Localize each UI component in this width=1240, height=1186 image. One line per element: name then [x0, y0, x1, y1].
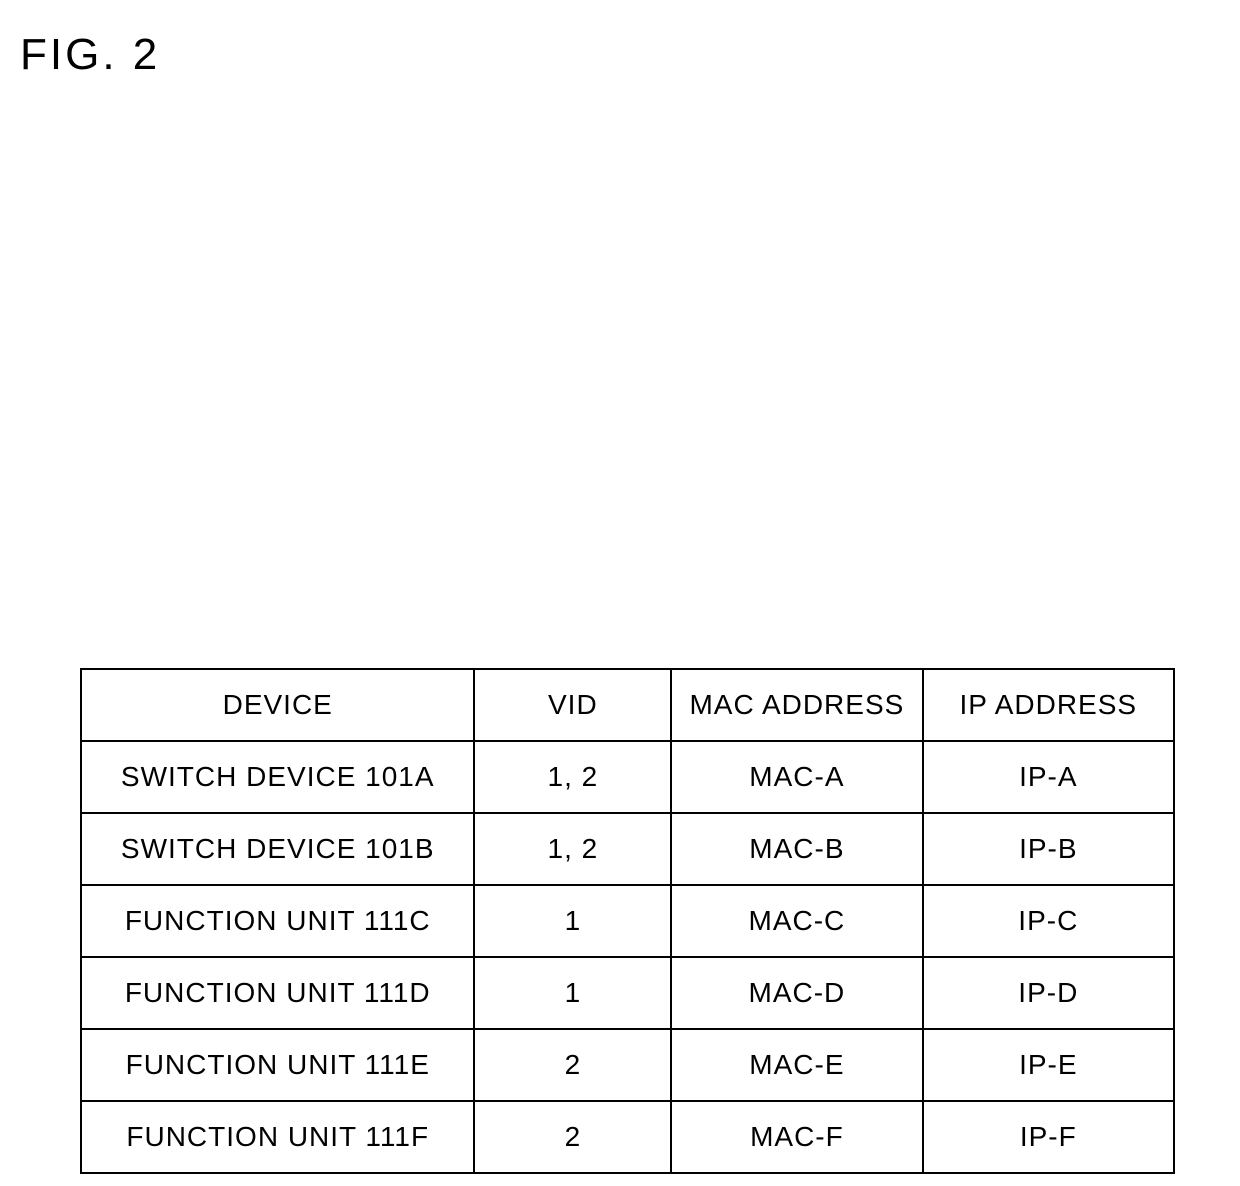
- cell-ip: IP-A: [923, 741, 1174, 813]
- cell-mac: MAC-A: [671, 741, 922, 813]
- cell-device: SWITCH DEVICE 101A: [81, 741, 474, 813]
- device-table: DEVICE VID MAC ADDRESS IP ADDRESS SWITCH…: [80, 668, 1175, 1174]
- figure-label: FIG. 2: [20, 30, 160, 80]
- cell-vid: 1: [474, 957, 671, 1029]
- cell-vid: 1, 2: [474, 813, 671, 885]
- cell-ip: IP-F: [923, 1101, 1174, 1173]
- header-vid: VID: [474, 669, 671, 741]
- cell-vid: 2: [474, 1101, 671, 1173]
- table-row: FUNCTION UNIT 111E 2 MAC-E IP-E: [81, 1029, 1174, 1101]
- cell-mac: MAC-D: [671, 957, 922, 1029]
- cell-ip: IP-E: [923, 1029, 1174, 1101]
- device-table-container: DEVICE VID MAC ADDRESS IP ADDRESS SWITCH…: [80, 668, 1175, 1174]
- cell-device: FUNCTION UNIT 111D: [81, 957, 474, 1029]
- cell-mac: MAC-B: [671, 813, 922, 885]
- cell-ip: IP-B: [923, 813, 1174, 885]
- cell-ip: IP-D: [923, 957, 1174, 1029]
- cell-device: FUNCTION UNIT 111F: [81, 1101, 474, 1173]
- header-device: DEVICE: [81, 669, 474, 741]
- cell-mac: MAC-F: [671, 1101, 922, 1173]
- cell-vid: 1, 2: [474, 741, 671, 813]
- cell-device: FUNCTION UNIT 111C: [81, 885, 474, 957]
- header-ip: IP ADDRESS: [923, 669, 1174, 741]
- table-row: SWITCH DEVICE 101B 1, 2 MAC-B IP-B: [81, 813, 1174, 885]
- cell-mac: MAC-E: [671, 1029, 922, 1101]
- cell-ip: IP-C: [923, 885, 1174, 957]
- table-row: FUNCTION UNIT 111D 1 MAC-D IP-D: [81, 957, 1174, 1029]
- cell-device: SWITCH DEVICE 101B: [81, 813, 474, 885]
- cell-mac: MAC-C: [671, 885, 922, 957]
- table-header-row: DEVICE VID MAC ADDRESS IP ADDRESS: [81, 669, 1174, 741]
- cell-device: FUNCTION UNIT 111E: [81, 1029, 474, 1101]
- table-row: FUNCTION UNIT 111F 2 MAC-F IP-F: [81, 1101, 1174, 1173]
- cell-vid: 2: [474, 1029, 671, 1101]
- table-row: FUNCTION UNIT 111C 1 MAC-C IP-C: [81, 885, 1174, 957]
- table-row: SWITCH DEVICE 101A 1, 2 MAC-A IP-A: [81, 741, 1174, 813]
- cell-vid: 1: [474, 885, 671, 957]
- header-mac: MAC ADDRESS: [671, 669, 922, 741]
